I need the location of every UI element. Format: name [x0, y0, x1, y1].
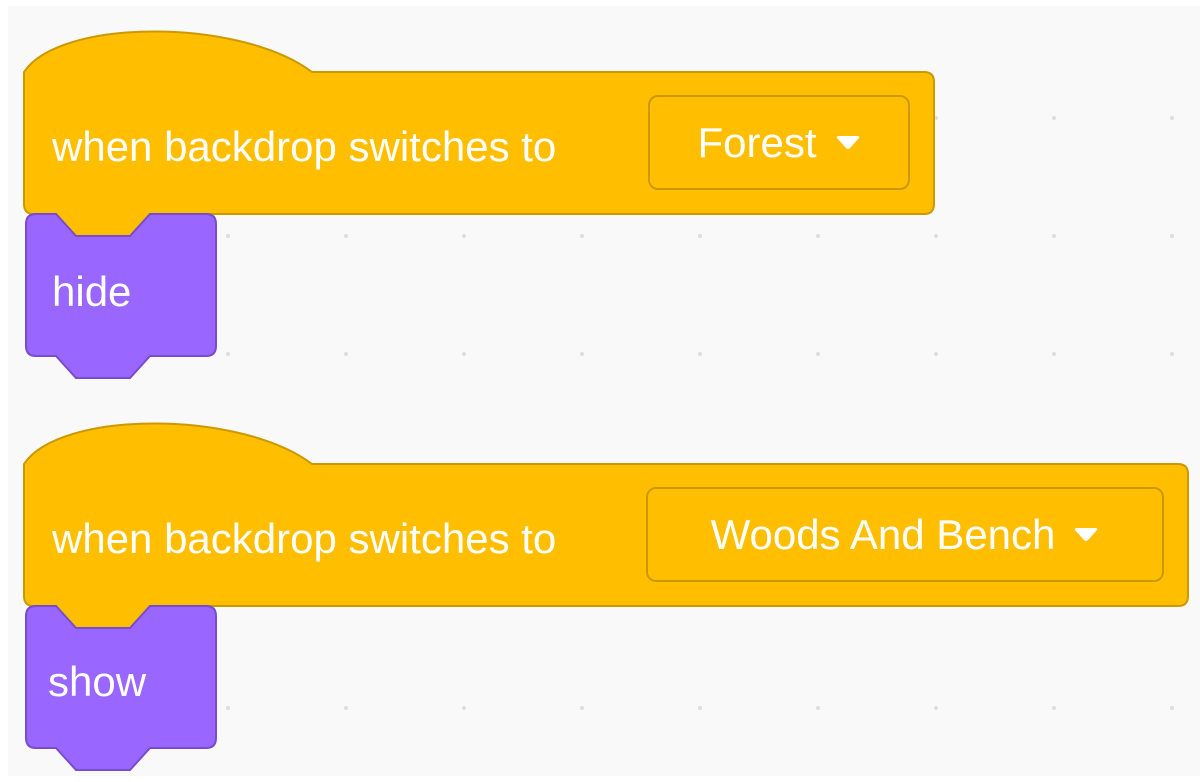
caret-down-icon: [1075, 527, 1098, 541]
code-workspace[interactable]: when backdrop switches to Forest hide wh…: [0, 0, 1200, 782]
dropdown-value-2: Woods And Bench: [710, 510, 1056, 558]
show-block[interactable]: [25, 605, 217, 771]
script-2: [23, 422, 1189, 771]
backdrop-dropdown-2[interactable]: Woods And Bench: [646, 487, 1164, 582]
